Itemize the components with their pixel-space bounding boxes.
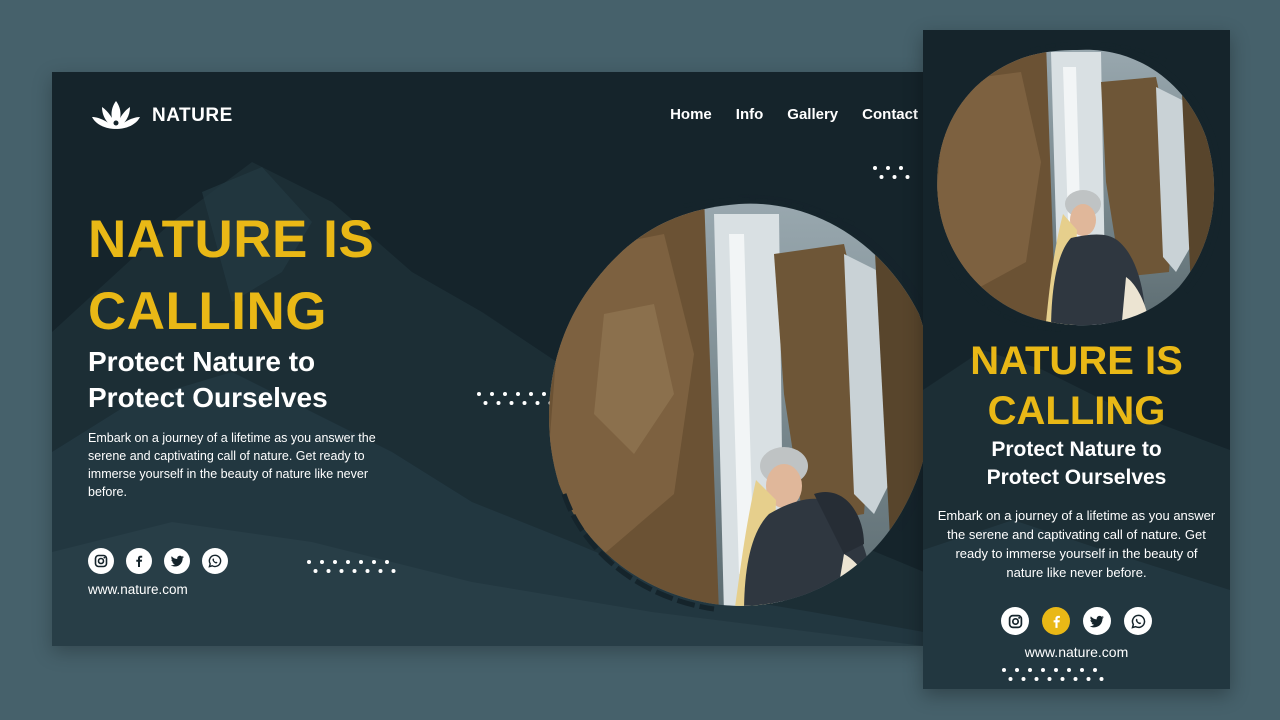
decor-dot <box>372 560 376 564</box>
main-nav: Home Info Gallery Contact <box>670 106 918 123</box>
nav-info[interactable]: Info <box>736 106 764 123</box>
decor-dot <box>391 569 396 573</box>
decor-dot <box>1067 668 1071 672</box>
decor-dot <box>1034 677 1039 681</box>
decor-dot <box>1021 677 1026 681</box>
decor-dot <box>1099 677 1104 681</box>
dots-decoration-bottom <box>1002 668 1104 681</box>
decor-dot <box>1086 677 1091 681</box>
whatsapp-button[interactable] <box>202 548 228 574</box>
decor-dot <box>490 392 494 396</box>
decor-dot <box>535 401 540 405</box>
nav-gallery[interactable]: Gallery <box>787 106 838 123</box>
instagram-icon <box>1008 614 1022 628</box>
decor-dot <box>1041 668 1045 672</box>
twitter-icon <box>170 555 184 567</box>
hero-title-line1: NATURE IS <box>970 339 1183 383</box>
nav-home[interactable]: Home <box>670 106 712 123</box>
brand-name: NATURE <box>152 105 233 126</box>
decor-dot <box>892 175 897 179</box>
brand-logo[interactable]: NATURE <box>90 100 233 132</box>
decor-dot <box>359 560 363 564</box>
hero-description: Embark on a journey of a lifetime as you… <box>937 508 1216 580</box>
facebook-icon <box>136 555 143 567</box>
decor-dot <box>1028 668 1032 672</box>
decor-dot <box>333 560 337 564</box>
hero-subtitle: Protect Nature to Protect Ourselves <box>88 344 448 416</box>
decor-dot <box>320 560 324 564</box>
desktop-mockup: NATURE Home Info Gallery Contact NATURE … <box>52 72 924 646</box>
decor-dot <box>385 560 389 564</box>
facebook-icon <box>1053 615 1060 628</box>
decor-dot <box>326 569 331 573</box>
decor-dot <box>522 401 527 405</box>
dots-decoration-top <box>873 166 910 179</box>
decor-dot <box>483 401 488 405</box>
instagram-button[interactable] <box>88 548 114 574</box>
facebook-button[interactable] <box>126 548 152 574</box>
decor-dot <box>1008 677 1013 681</box>
instagram-icon <box>94 554 108 568</box>
decor-dot <box>1060 677 1065 681</box>
decor-dot <box>905 175 910 179</box>
website-url[interactable]: www.nature.com <box>923 644 1230 660</box>
decor-dot <box>503 392 507 396</box>
decor-dot <box>1093 668 1097 672</box>
decor-dot <box>879 175 884 179</box>
decor-dot <box>378 569 383 573</box>
lotus-icon <box>92 101 140 129</box>
social-links <box>1001 607 1152 635</box>
decor-dot <box>307 560 311 564</box>
instagram-button[interactable] <box>1001 607 1029 635</box>
hero-title-line1: NATURE IS <box>88 210 375 269</box>
hero-title-line2: CALLING <box>987 389 1166 433</box>
decor-dot <box>1073 677 1078 681</box>
hero-subtitle-line1: Protect Nature to <box>991 438 1162 461</box>
whatsapp-icon <box>1130 614 1145 629</box>
decor-dot <box>1047 677 1052 681</box>
decor-dot <box>339 569 344 573</box>
decor-dot <box>886 166 890 170</box>
hero-title-line2: CALLING <box>88 282 328 341</box>
decor-dot <box>1080 668 1084 672</box>
facebook-button[interactable] <box>1042 607 1070 635</box>
nav-contact[interactable]: Contact <box>862 106 918 123</box>
twitter-button[interactable] <box>1083 607 1111 635</box>
hero-subtitle-line2: Protect Ourselves <box>986 466 1167 489</box>
hero-photo <box>549 194 924 612</box>
decor-dot <box>1002 668 1006 672</box>
decor-dot <box>899 166 903 170</box>
whatsapp-icon <box>208 554 222 568</box>
decor-dot <box>313 569 318 573</box>
decor-dot <box>516 392 520 396</box>
hero-subtitle-line1: Protect Nature to <box>88 346 316 377</box>
twitter-icon <box>1089 615 1104 627</box>
hero-photo <box>937 42 1223 332</box>
hero-description: Embark on a journey of a lifetime as you… <box>88 431 376 499</box>
decor-dot <box>352 569 357 573</box>
decor-dot <box>1015 668 1019 672</box>
hero-subtitle-line2: Protect Ourselves <box>88 382 328 413</box>
hero-subtitle: Protect Nature to Protect Ourselves <box>923 436 1230 492</box>
decor-dot <box>346 560 350 564</box>
whatsapp-button[interactable] <box>1124 607 1152 635</box>
hero-title: NATURE IS CALLING <box>88 204 488 348</box>
decor-dot <box>496 401 501 405</box>
decor-dot <box>873 166 877 170</box>
decor-dot <box>477 392 481 396</box>
twitter-button[interactable] <box>164 548 190 574</box>
dots-decoration-bottom <box>307 560 396 573</box>
hero-title: NATURE IS CALLING <box>923 336 1230 436</box>
decor-dot <box>365 569 370 573</box>
decor-dot <box>529 392 533 396</box>
mobile-mockup: NATURE IS CALLING Protect Nature to Prot… <box>923 30 1230 689</box>
decor-dot <box>509 401 514 405</box>
social-links <box>88 548 228 574</box>
website-url[interactable]: www.nature.com <box>88 582 188 597</box>
decor-dot <box>1054 668 1058 672</box>
